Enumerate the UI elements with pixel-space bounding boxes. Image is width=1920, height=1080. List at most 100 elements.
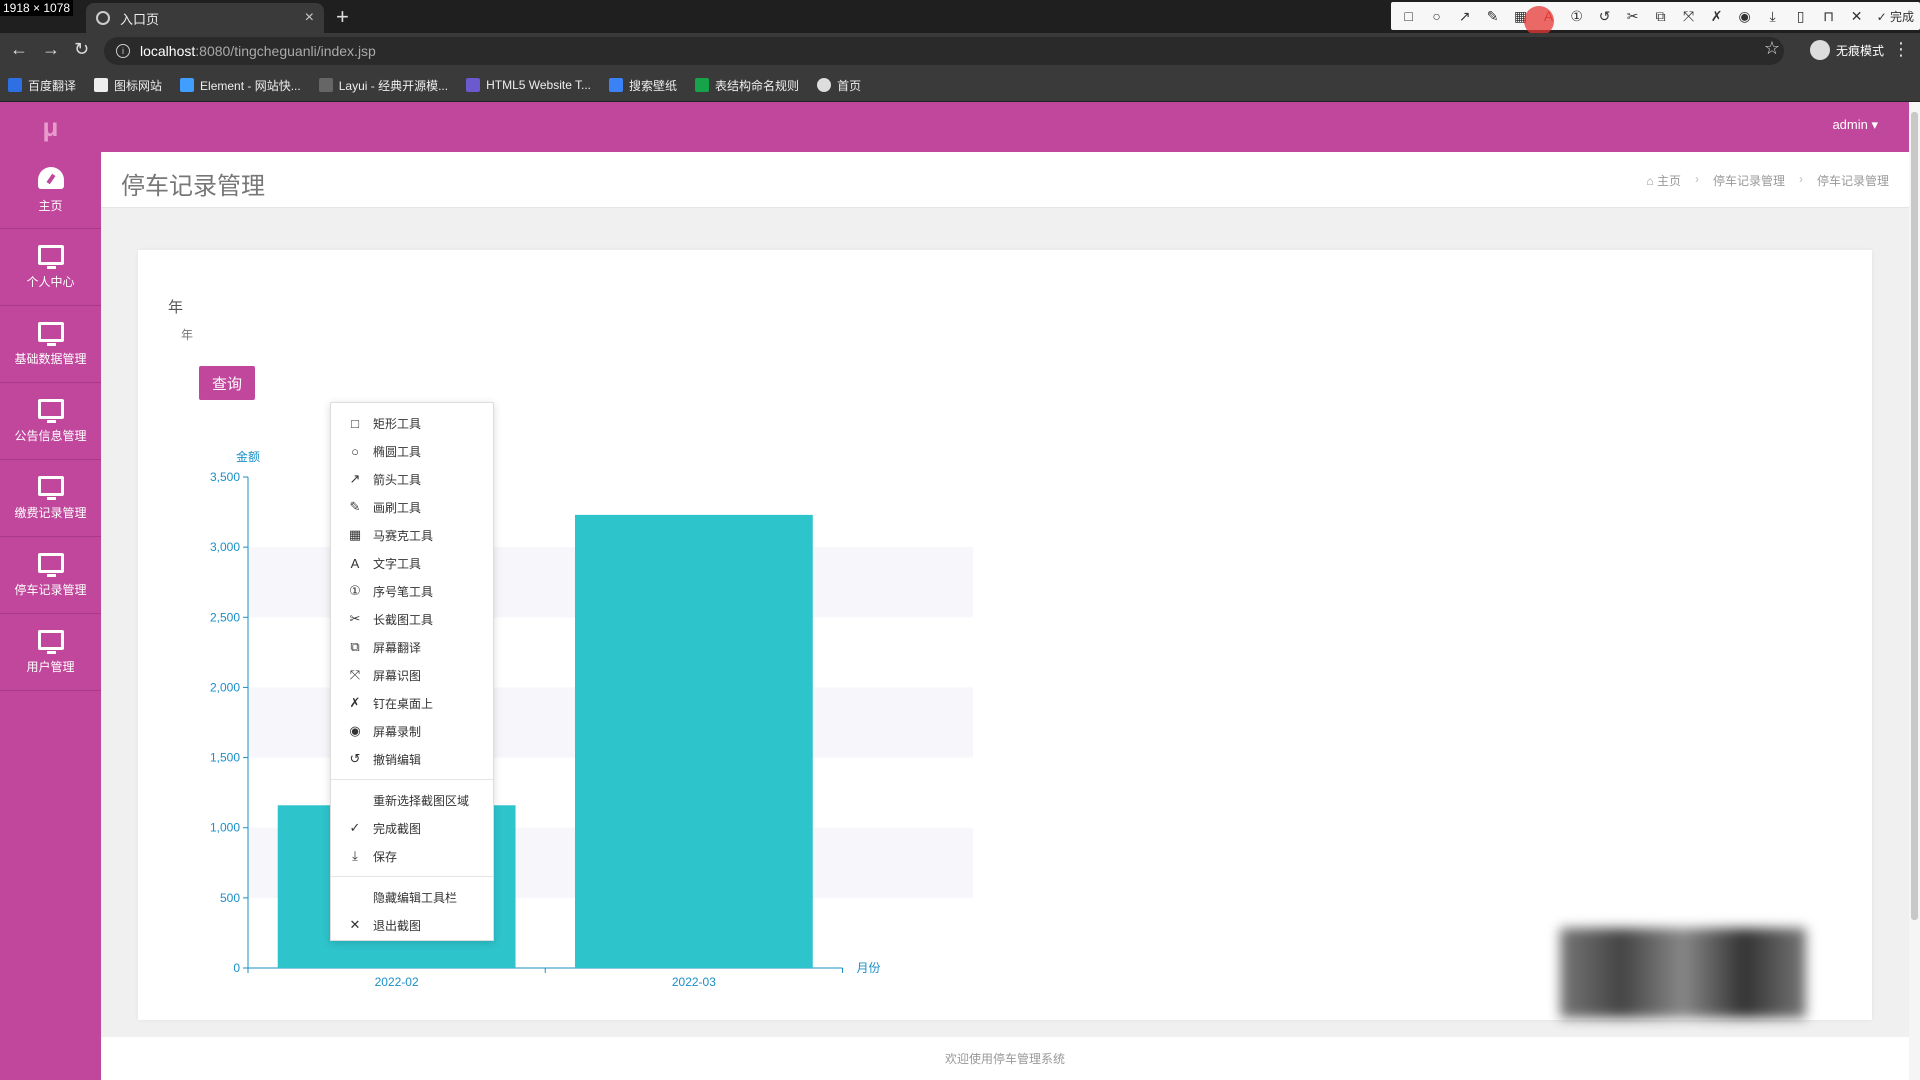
snip-menu-item[interactable]: ○ 椭圆工具	[331, 437, 493, 465]
snip-menu-item[interactable]: ◉ 屏幕录制	[331, 717, 493, 745]
snip-menu-label: 保存	[373, 849, 398, 864]
sidebar-item-notices[interactable]: 公告信息管理	[0, 383, 101, 460]
monitor-icon	[37, 552, 64, 577]
more-menu-icon[interactable]: ⋮	[1892, 39, 1910, 60]
x-axis-label: 月份	[857, 961, 881, 975]
snip-menu-item[interactable]: ↺ 撤销编辑	[331, 745, 493, 773]
undo-icon[interactable]: ↺	[1593, 4, 1617, 28]
forward-icon[interactable]: →	[42, 39, 60, 60]
menu-divider	[331, 876, 493, 877]
bookmark-item[interactable]: 图标网站	[94, 77, 162, 94]
year-input[interactable]: 年	[181, 326, 193, 343]
snip-menu-item[interactable]: ✂ 长截图工具	[331, 605, 493, 633]
dimensions-badge: 1918 × 1078	[0, 0, 74, 16]
sidebar-item-base-data[interactable]: 基础数据管理	[0, 306, 101, 383]
sidebar-item-profile[interactable]: 个人中心	[0, 229, 101, 306]
x-tick-label: 2022-02	[375, 975, 419, 989]
sidebar-item-payments[interactable]: 缴费记录管理	[0, 460, 101, 537]
scrollbar[interactable]	[1909, 102, 1920, 1080]
menu-divider	[331, 779, 493, 780]
scrollbar-thumb[interactable]	[1911, 112, 1918, 920]
blurred-watermark	[1560, 928, 1806, 1018]
sidebar-item-label: 主页	[38, 198, 63, 213]
info-icon[interactable]: i	[116, 44, 130, 58]
long-screenshot-icon: ✂	[349, 611, 361, 626]
query-button[interactable]: 查询	[199, 366, 255, 400]
star-icon[interactable]: ☆	[1764, 38, 1780, 59]
sidebar-item-label: 用户管理	[26, 659, 75, 674]
back-icon[interactable]: ←	[10, 39, 28, 60]
breadcrumb-item[interactable]: 停车记录管理	[1713, 172, 1785, 189]
snip-menu-item[interactable]: ✕ 退出截图	[331, 911, 493, 939]
snip-menu-label: 隐藏编辑工具栏	[373, 890, 458, 905]
arrow-icon[interactable]: ↗	[1453, 4, 1477, 28]
translate-icon[interactable]: ⧉	[1649, 4, 1673, 28]
recognize-icon[interactable]: ⤧	[1677, 4, 1701, 28]
element-icon	[180, 78, 195, 92]
bookmark-item[interactable]: HTML5 Website T...	[466, 78, 591, 92]
snip-menu-item[interactable]: 隐藏编辑工具栏	[331, 883, 493, 911]
bookmark-item[interactable]: Element - 网站快...	[180, 77, 301, 94]
exit-icon[interactable]: ✕	[1845, 4, 1869, 28]
snip-menu-label: 屏幕识图	[373, 668, 422, 683]
topbar: admin ▾	[101, 102, 1920, 152]
breadcrumb-home[interactable]: ⌂ 主页	[1646, 172, 1681, 189]
bookmark-label: Element - 网站快...	[200, 78, 301, 93]
bookmark-icon[interactable]: ⊓	[1817, 4, 1841, 28]
close-tab-icon[interactable]: ×	[305, 9, 314, 27]
snip-menu-item[interactable]: □ 矩形工具	[331, 409, 493, 437]
snip-menu-item[interactable]: ✓ 完成截图	[331, 814, 493, 842]
save-icon[interactable]: ⤓	[1761, 4, 1785, 28]
html5-icon	[466, 78, 481, 92]
snip-menu-item[interactable]: ⤓ 保存	[331, 842, 493, 870]
logo: μ	[42, 111, 59, 142]
sidebar-item-label: 公告信息管理	[14, 428, 87, 443]
bookmark-item[interactable]: 表结构命名规则	[695, 77, 799, 94]
snip-done-label: 完成	[1889, 9, 1914, 24]
snip-menu-item[interactable]: ⤧ 屏幕识图	[331, 661, 493, 689]
sidebar-item-label: 缴费记录管理	[14, 505, 87, 520]
y-tick-label: 2,500	[210, 610, 240, 624]
user-menu[interactable]: admin ▾	[1832, 117, 1878, 133]
reload-icon[interactable]: ↻	[74, 39, 89, 60]
bookmark-item[interactable]: 首页	[817, 77, 861, 94]
bookmark-label: 首页	[837, 78, 862, 93]
snip-done-button[interactable]: ✓ 完成	[1873, 8, 1914, 25]
snip-menu-item[interactable]: 重新选择截图区域	[331, 786, 493, 814]
sidebar: μ 主页 个人中心 基础数据管理 公告信息管理 缴费记录管理 停车记录管理 用户…	[0, 102, 101, 1080]
snip-menu-item[interactable]: ⧉ 屏幕翻译	[331, 633, 493, 661]
sidebar-item-users[interactable]: 用户管理	[0, 614, 101, 691]
sidebar-item-parking[interactable]: 停车记录管理	[0, 537, 101, 614]
snip-menu-label: 撤销编辑	[373, 752, 422, 767]
bookmark-item[interactable]: 搜索壁纸	[609, 77, 677, 94]
new-tab-button[interactable]: +	[336, 4, 349, 30]
incognito-indicator[interactable]: 无痕模式	[1809, 40, 1884, 60]
bookmark-label: 百度翻译	[28, 78, 77, 93]
copy-icon[interactable]: ▯	[1789, 4, 1813, 28]
sidebar-item-home[interactable]: 主页	[0, 152, 101, 229]
ellipse-icon[interactable]: ○	[1425, 4, 1449, 28]
snip-menu-item[interactable]: ① 序号笔工具	[331, 577, 493, 605]
snip-menu-item[interactable]: ▦ 马赛克工具	[331, 521, 493, 549]
bookmark-label: HTML5 Website T...	[486, 78, 592, 92]
record-icon[interactable]: ◉	[1733, 4, 1757, 28]
snip-menu-item[interactable]: ✎ 画刷工具	[331, 493, 493, 521]
snip-context-menu: □ 矩形工具 ○ 椭圆工具 ↗ 箭头工具 ✎ 画刷工具 ▦ 马赛克工具 A 文字工具 ① 序号…	[330, 402, 494, 941]
pin-icon[interactable]: ✗	[1705, 4, 1729, 28]
snip-menu-item[interactable]: ✗ 钉在桌面上	[331, 689, 493, 717]
bookmark-item[interactable]: Layui - 经典开源模...	[318, 77, 448, 94]
number-pen-icon[interactable]: ①	[1565, 4, 1589, 28]
dashboard-icon	[37, 166, 64, 189]
wallpaper-icon	[609, 78, 624, 92]
breadcrumb-separator: ›	[1694, 172, 1699, 186]
rectangle-icon[interactable]: □	[1397, 4, 1421, 28]
snip-menu-item[interactable]: ↗ 箭头工具	[331, 465, 493, 493]
browser-tab[interactable]: 入口页 ×	[86, 3, 324, 33]
brush-icon[interactable]: ✎	[1481, 4, 1505, 28]
url-field[interactable]: i localhost:8080/tingcheguanli/index.jsp	[104, 37, 1784, 65]
snip-menu-item[interactable]: A 文字工具	[331, 549, 493, 577]
bookmark-label: 表结构命名规则	[715, 78, 800, 93]
long-screenshot-icon[interactable]: ✂	[1621, 4, 1645, 28]
bookmark-item[interactable]: 百度翻译	[8, 77, 76, 94]
address-bar: ← → ↻ i localhost:8080/tingcheguanli/ind…	[0, 33, 1920, 69]
